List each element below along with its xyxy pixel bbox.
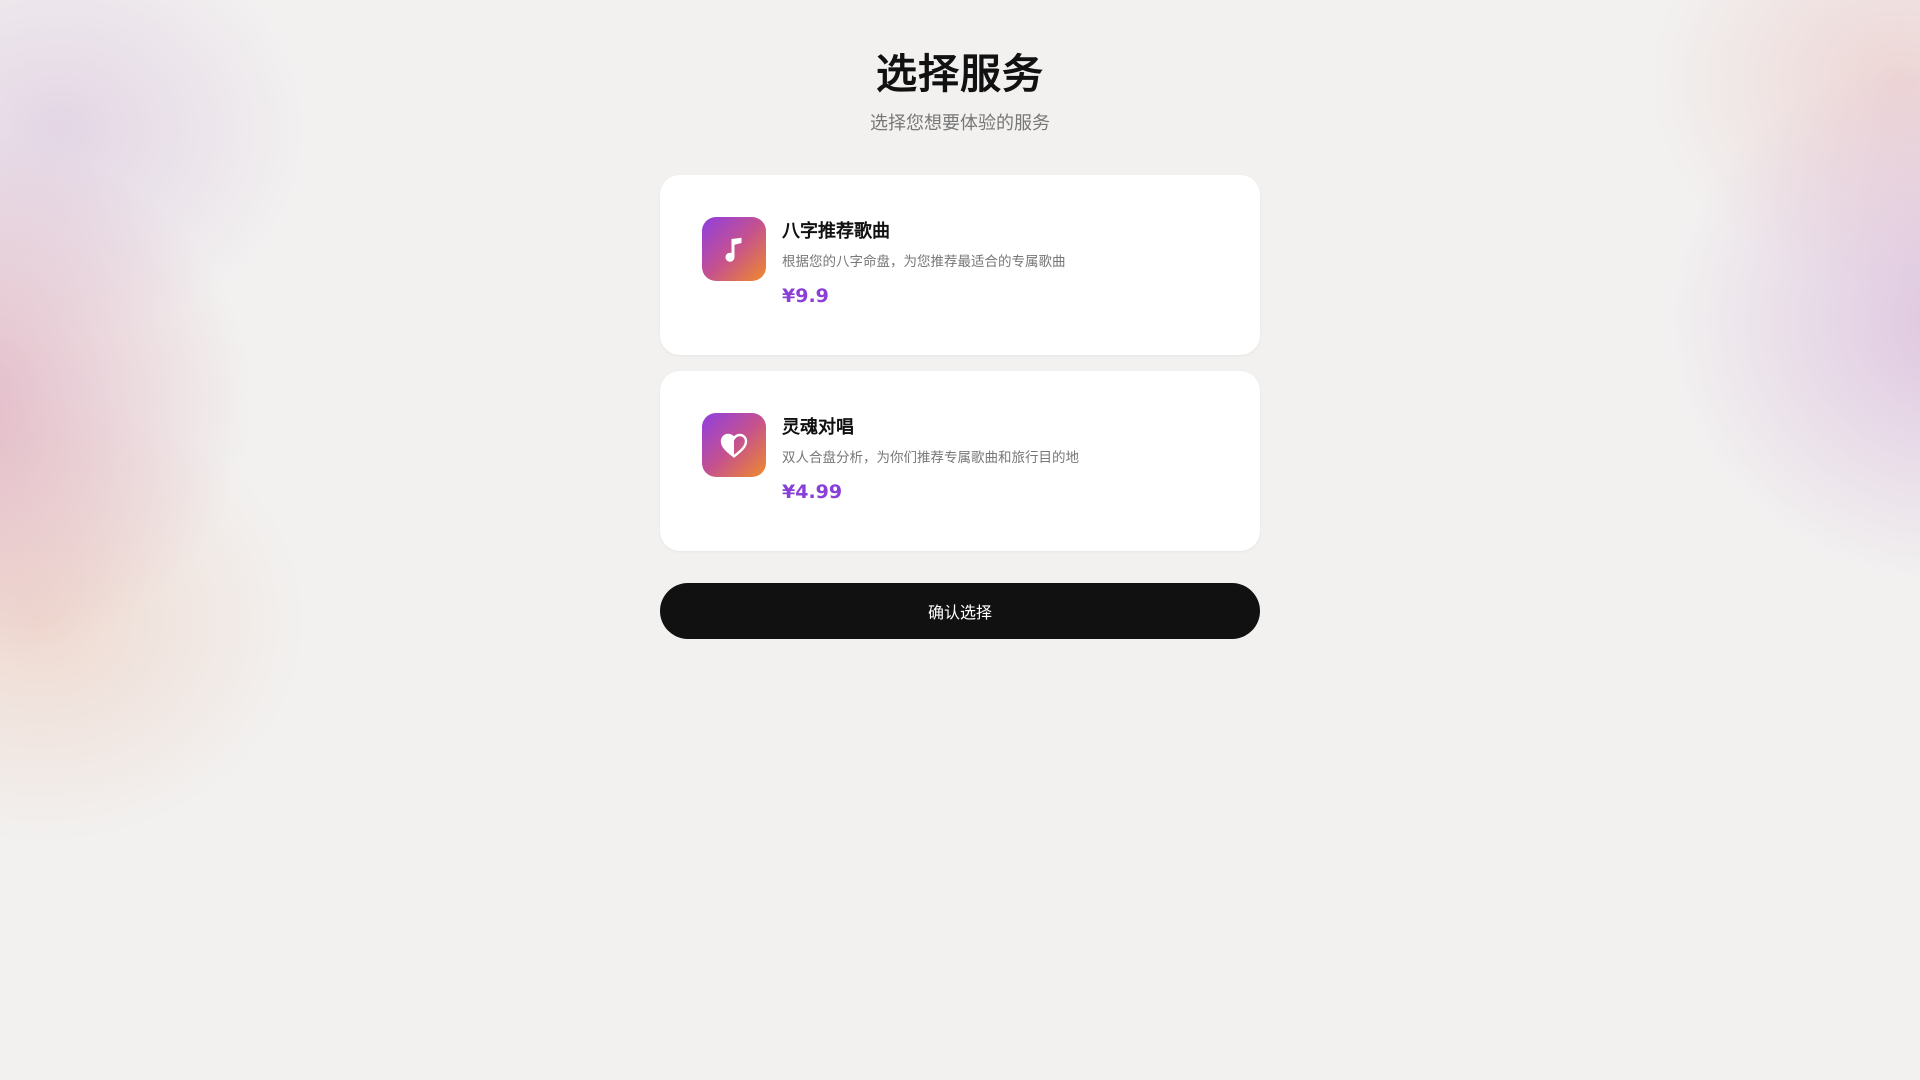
service-title: 灵魂对唱	[782, 417, 854, 438]
confirm-button[interactable]: 确认选择	[660, 583, 1260, 639]
service-price: ¥9.9	[782, 285, 829, 307]
service-card-soul-duet[interactable]: 灵魂对唱 双人合盘分析，为你们推荐专属歌曲和旅行目的地 ¥4.99	[660, 371, 1260, 551]
service-description: 根据您的八字命盘，为您推荐最适合的专属歌曲	[782, 254, 1066, 270]
page-title: 选择服务	[876, 50, 1044, 98]
page-subtitle: 选择您想要体验的服务	[870, 113, 1050, 134]
music-note-icon	[702, 217, 766, 281]
heart-icon	[702, 413, 766, 477]
service-price: ¥4.99	[782, 481, 843, 503]
service-card-bazi-songs[interactable]: 八字推荐歌曲 根据您的八字命盘，为您推荐最适合的专属歌曲 ¥9.9	[660, 175, 1260, 355]
service-title: 八字推荐歌曲	[782, 221, 890, 242]
service-description: 双人合盘分析，为你们推荐专属歌曲和旅行目的地	[782, 450, 1079, 466]
